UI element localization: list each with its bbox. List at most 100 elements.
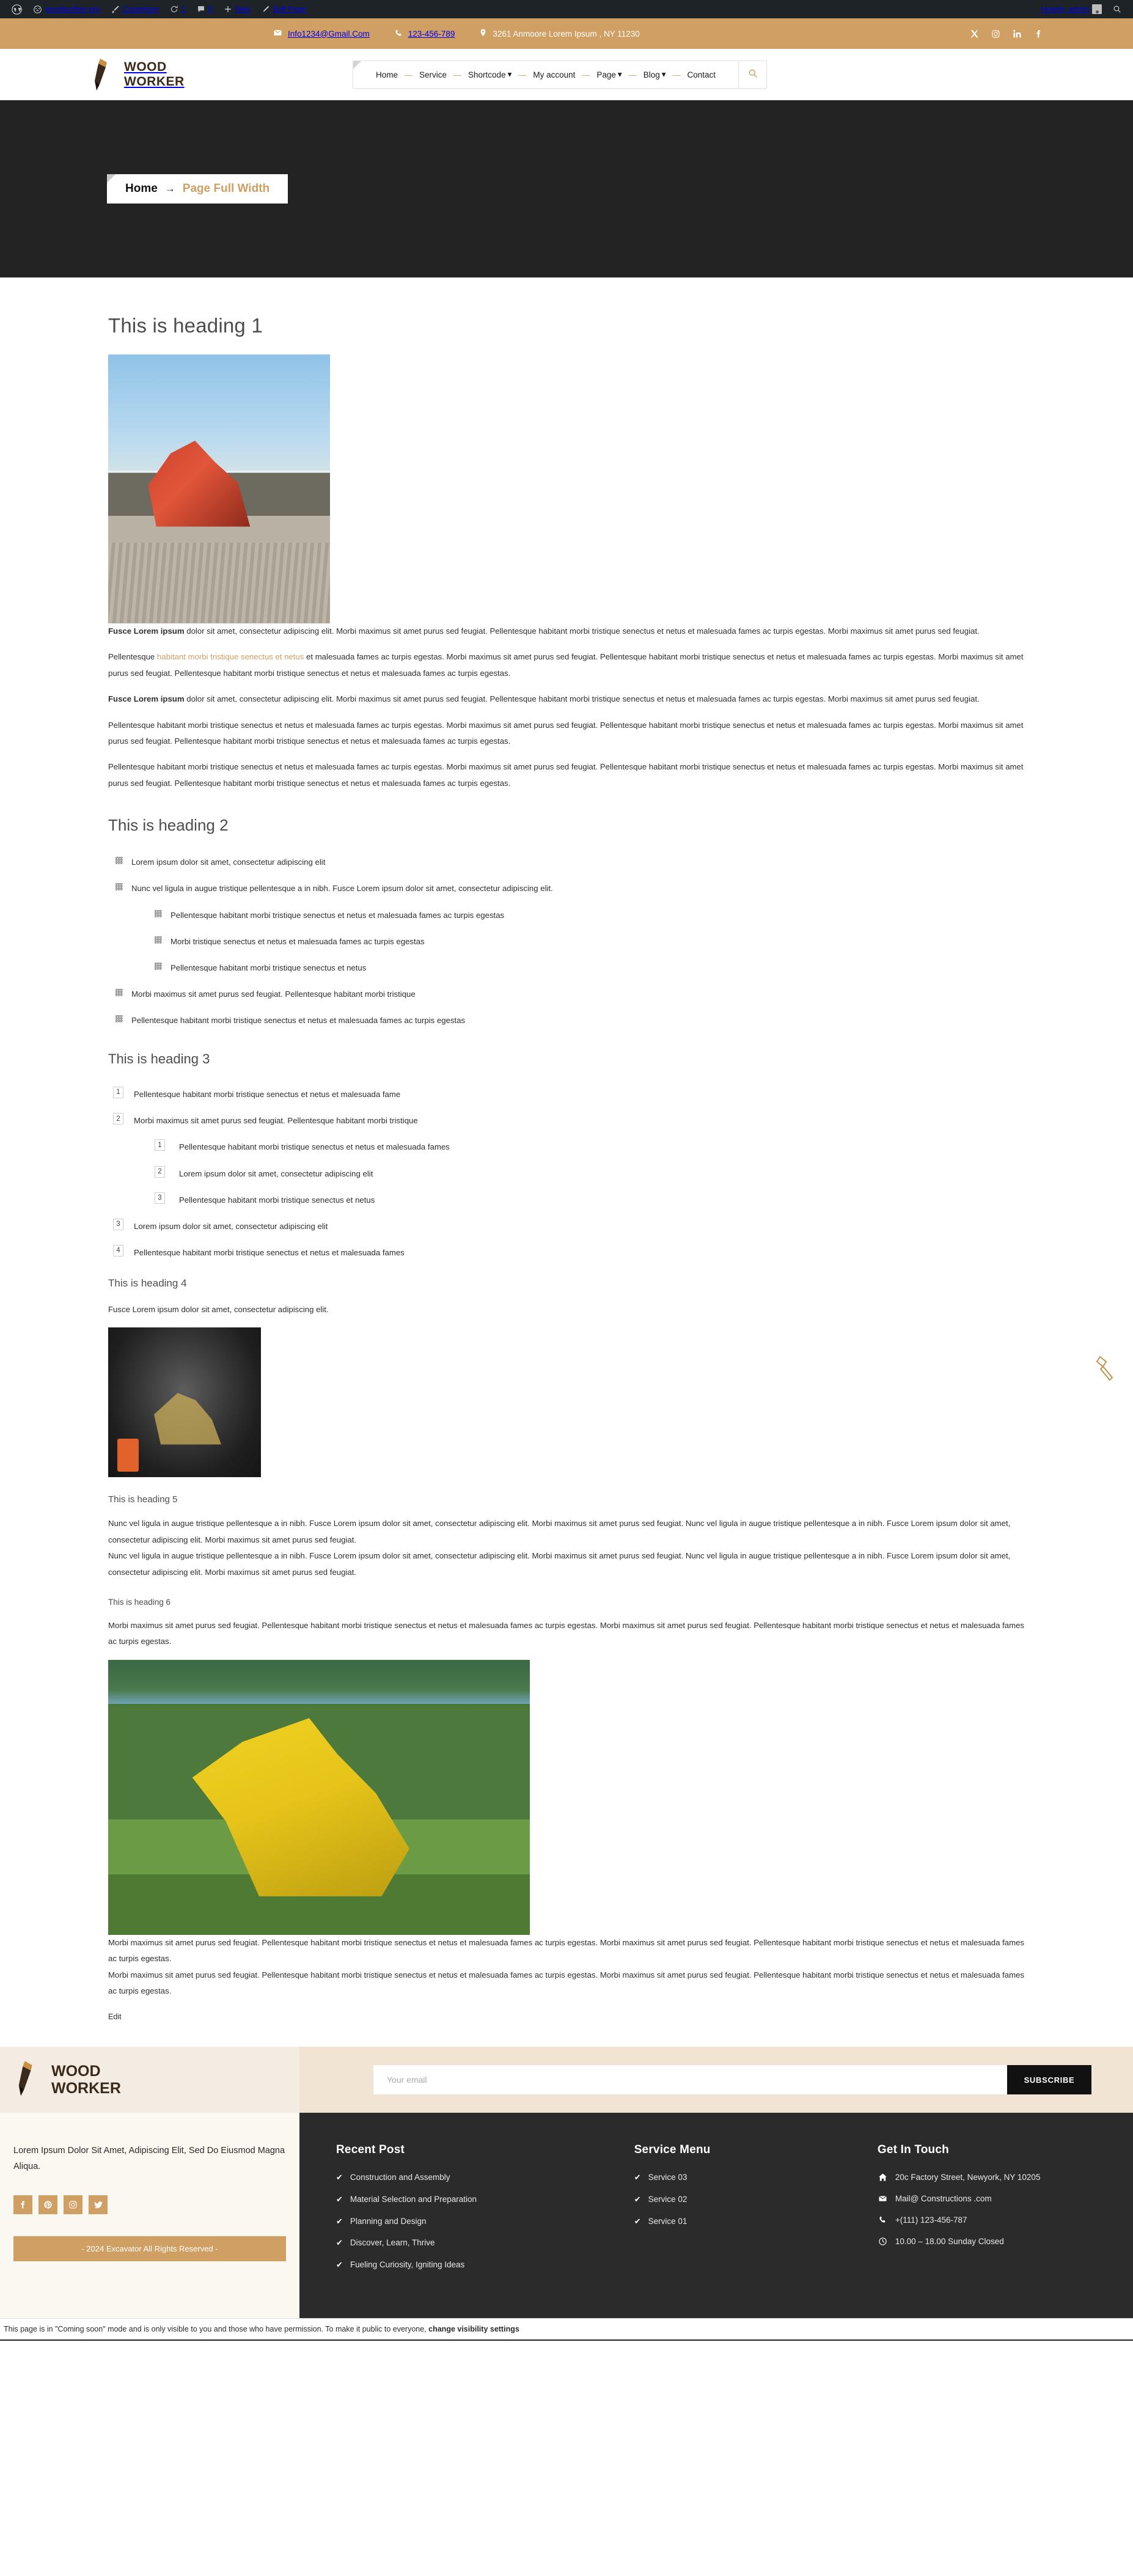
newsletter-section: Wood Worker SUBSCRIBE	[0, 2047, 1133, 2113]
comments-count: 0	[208, 5, 213, 13]
list-item-label: Service 03	[648, 2173, 688, 2182]
dashboard-icon	[33, 5, 42, 14]
list-item-label: 10.00 – 18.00 Sunday Closed	[895, 2237, 1004, 2247]
list-item[interactable]: ✔ Discover, Learn, Thrive	[336, 2238, 610, 2248]
list-item-label: Service 02	[648, 2195, 688, 2204]
phone-icon	[878, 2215, 888, 2224]
footer-column-get-in-touch: Get In Touch 20c Factory Street, Newyork…	[878, 2143, 1096, 2281]
subscribe-button[interactable]: SUBSCRIBE	[1007, 2065, 1091, 2095]
list-item[interactable]: ✔ Material Selection and Preparation	[336, 2195, 610, 2204]
nav-item-contact[interactable]: Contact	[681, 70, 723, 79]
list-item: 20c Factory Street, Newyork, NY 10205	[878, 2173, 1096, 2182]
list-item[interactable]: ✔ Service 03	[634, 2173, 853, 2182]
nav-item-page[interactable]: Page ▾	[590, 70, 628, 79]
site-logo[interactable]: Wood Worker	[90, 57, 353, 92]
list-item: Morbi tristique senectus et netus et mal…	[152, 935, 1025, 948]
new-content-menu[interactable]: New	[218, 0, 256, 18]
customize-menu[interactable]: Customize	[106, 0, 164, 18]
footer-left-column: Lorem Ipsum Dolor Sit Amet, Adipiscing E…	[0, 2113, 299, 2319]
search-icon	[748, 68, 758, 81]
breadcrumb-arrow-icon: →	[164, 183, 175, 194]
tunnel-machinery-photo	[108, 1327, 261, 1478]
nav-label: My account	[533, 70, 576, 79]
list-item[interactable]: Mail@ Constructions .com	[878, 2194, 1096, 2203]
newsletter-email-input[interactable]	[373, 2065, 1007, 2095]
topbar-address: 3261 Anmoore Lorem Ipsum , NY 11230	[479, 28, 640, 39]
site-footer: Lorem Ipsum Dolor Sit Amet, Adipiscing E…	[0, 2113, 1133, 2319]
linkedin-icon[interactable]	[1013, 29, 1022, 39]
list-item[interactable]: ✔ Service 02	[634, 2195, 853, 2204]
list-bullet-icon	[155, 936, 162, 944]
edit-link[interactable]: Edit	[108, 2013, 122, 2021]
paragraph-2-link[interactable]: habitant morbi tristique senectus et net…	[157, 652, 304, 661]
instagram-icon[interactable]	[64, 2195, 82, 2215]
pencil-icon	[262, 5, 270, 13]
instagram-icon[interactable]	[991, 29, 1000, 39]
facebook-icon[interactable]	[13, 2195, 32, 2215]
header-search-button[interactable]	[739, 61, 768, 89]
heading-4-paragraph: Fusce Lorem ipsum dolor sit amet, consec…	[108, 1305, 329, 1314]
my-account-menu[interactable]: Howdy, admin	[1036, 0, 1107, 18]
footer-logo-text: Wood Worker	[51, 2063, 121, 2098]
unordered-list: Lorem ipsum dolor sit amet, consectetur …	[113, 856, 1025, 1027]
check-icon: ✔	[634, 2173, 641, 2182]
edit-page-label: Edit Page	[273, 5, 306, 13]
list-item: 2 Lorem ipsum dolor sit amet, consectetu…	[155, 1165, 1025, 1180]
list-item-label: Discover, Learn, Thrive	[350, 2238, 435, 2248]
topbar-phone[interactable]: 123-456-789	[394, 29, 455, 39]
footer-column-title: Get In Touch	[877, 2143, 949, 2157]
paragraph-3-text: dolor sit amet, consectetur adipiscing e…	[184, 694, 980, 704]
twitter-icon[interactable]	[89, 2195, 108, 2215]
excavator-red-roadwork-photo	[108, 354, 330, 623]
list-bullet-icon	[116, 857, 123, 865]
list-item[interactable]: +(111) 123-456-787	[878, 2215, 1096, 2225]
comment-icon	[197, 5, 205, 13]
list-item: 3 Lorem ipsum dolor sit amet, consectetu…	[113, 1218, 1025, 1233]
list-item-label: Lorem ipsum dolor sit amet, consectetur …	[179, 1169, 373, 1178]
paragraph-1: Fusce Lorem ipsum dolor sit amet, consec…	[108, 623, 1025, 639]
breadcrumb-home-link[interactable]: Home	[125, 182, 158, 196]
visibility-settings-link[interactable]: change visibility settings	[428, 2325, 519, 2333]
brush-icon	[111, 5, 120, 13]
adminbar-search-button[interactable]	[1107, 0, 1127, 18]
wordpress-logo-menu[interactable]	[6, 0, 28, 18]
list-item-label: Fueling Curiosity, Igniting Ideas	[350, 2259, 465, 2269]
pinterest-icon[interactable]	[38, 2195, 57, 2215]
wordpress-icon	[12, 4, 22, 15]
updates-menu[interactable]: 1	[164, 0, 191, 18]
list-item: 10.00 – 18.00 Sunday Closed	[878, 2237, 1096, 2246]
list-number: 2	[155, 1165, 165, 1178]
nav-item-service[interactable]: Service	[413, 70, 453, 79]
x-twitter-icon[interactable]	[970, 29, 979, 39]
updates-icon	[170, 5, 178, 13]
updates-count: 1	[181, 5, 186, 13]
list-item[interactable]: ✔ Construction and Assembly	[336, 2173, 610, 2182]
topbar-email[interactable]: Info1234@Gmail.Com	[273, 28, 370, 39]
nav-item-home[interactable]: Home	[369, 70, 405, 79]
nav-item-my-account[interactable]: My account	[526, 70, 582, 79]
nav-label: Contact	[687, 70, 716, 79]
list-item: Lorem ipsum dolor sit amet, consectetur …	[113, 856, 1025, 868]
logo-text: Wood Worker	[124, 60, 185, 89]
heading-3: This is heading 3	[108, 1051, 210, 1067]
nav-separator: —	[628, 70, 637, 79]
facebook-icon[interactable]	[1034, 29, 1043, 39]
footer-column-title: Recent Post	[336, 2143, 405, 2157]
breadcrumb-current: Page Full Width	[182, 182, 270, 195]
list-item[interactable]: ✔ Service 01	[634, 2217, 853, 2226]
site-name-menu[interactable]: woodworker-pro	[28, 0, 106, 18]
nav-item-blog[interactable]: Blog ▾	[637, 70, 673, 79]
heading-5-paragraph-2: Nunc vel ligula in augue tristique pelle…	[108, 1551, 1011, 1577]
list-item[interactable]: ✔ Planning and Design	[336, 2217, 610, 2226]
paragraph-1-bold: Fusce Lorem ipsum	[108, 626, 185, 636]
edit-page-menu[interactable]: Edit Page	[256, 0, 312, 18]
saw-icon[interactable]	[1094, 1353, 1118, 1381]
mail-icon	[878, 2194, 888, 2203]
nav-item-shortcode[interactable]: Shortcode ▾	[461, 70, 518, 79]
list-item-label: Morbi tristique senectus et netus et mal…	[170, 936, 425, 946]
comments-menu[interactable]: 0	[191, 0, 218, 18]
list-item[interactable]: ✔ Fueling Curiosity, Igniting Ideas	[336, 2260, 610, 2270]
list-item-label: Material Selection and Preparation	[350, 2195, 477, 2204]
list-number: 1	[155, 1139, 165, 1151]
avatar	[1092, 4, 1102, 14]
